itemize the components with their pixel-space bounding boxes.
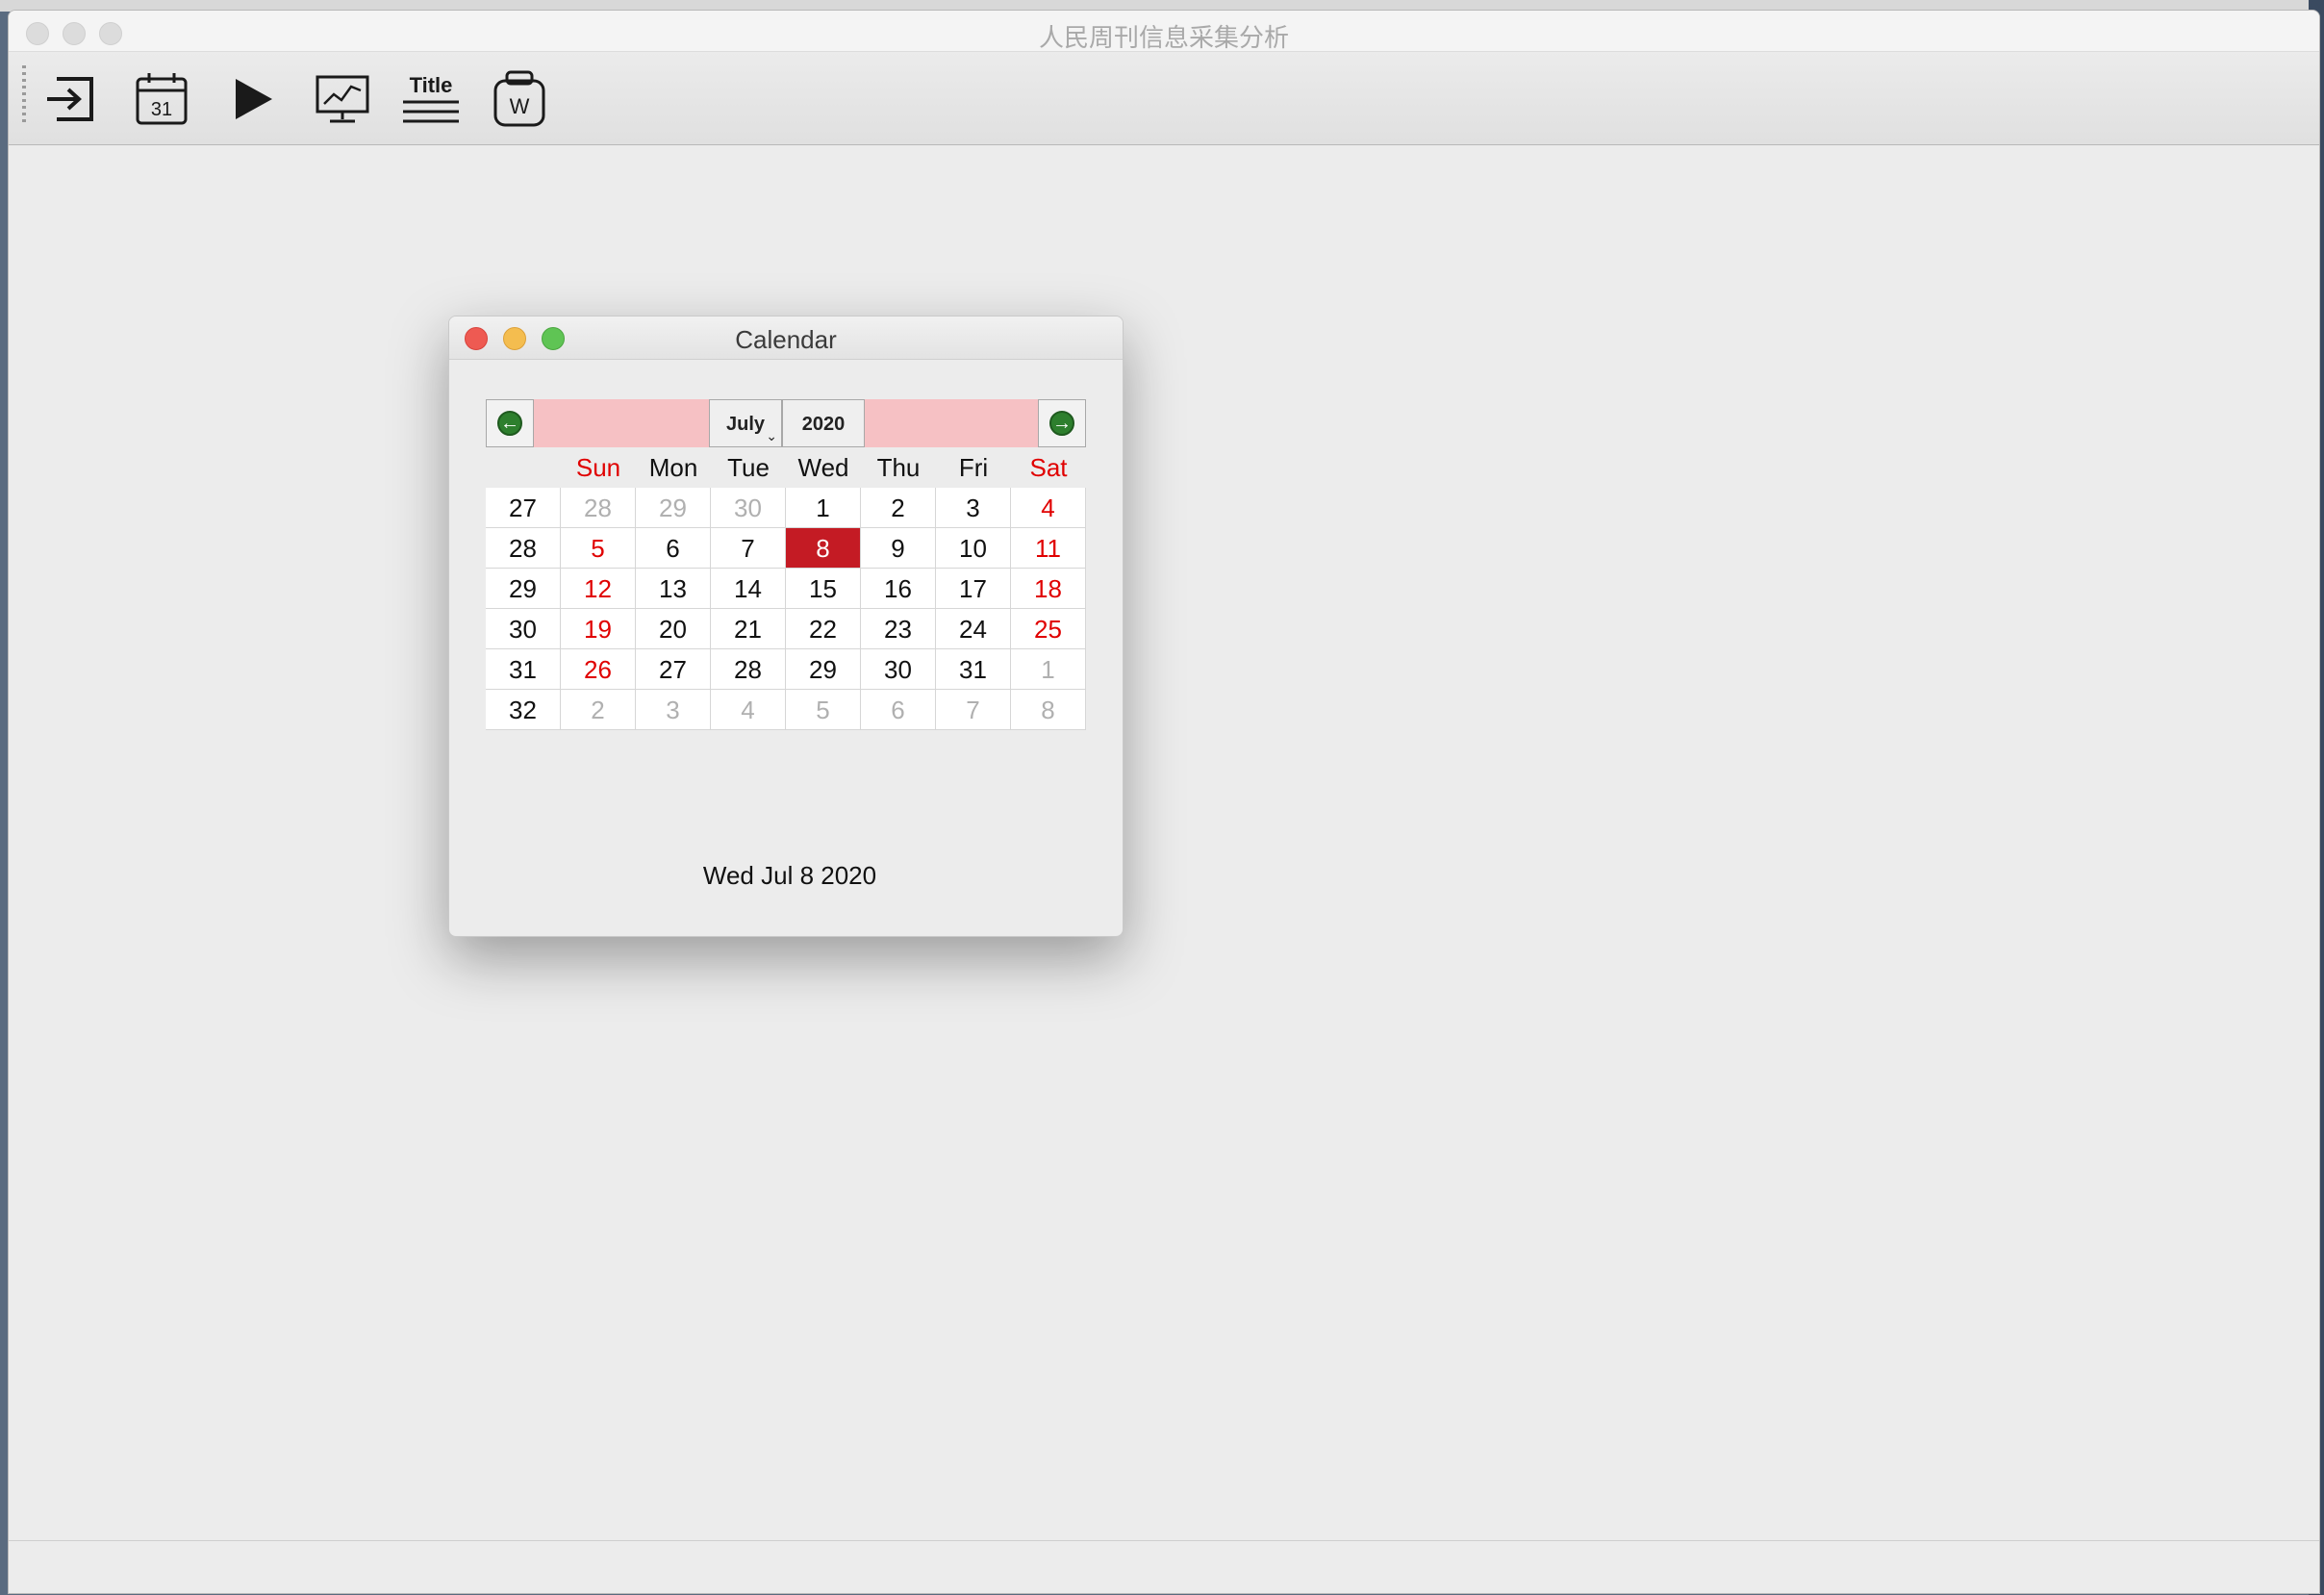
day-cell[interactable]: 16 — [861, 569, 936, 609]
import-button[interactable] — [43, 69, 103, 129]
chart-button[interactable] — [313, 69, 372, 129]
weekday-header: Thu — [861, 447, 936, 488]
word-export-icon-label: W — [510, 94, 530, 118]
day-cell[interactable]: 6 — [636, 528, 711, 569]
day-cell[interactable]: 13 — [636, 569, 711, 609]
month-value: July — [725, 414, 766, 435]
day-cell[interactable]: 27 — [636, 649, 711, 690]
calendar-titlebar: Calendar — [449, 316, 1123, 360]
day-cell[interactable]: 25 — [1011, 609, 1086, 649]
chart-monitor-icon — [316, 75, 369, 123]
day-cell[interactable]: 5 — [786, 690, 861, 730]
day-cell[interactable]: 7 — [936, 690, 1011, 730]
day-cell[interactable]: 23 — [861, 609, 936, 649]
day-cell[interactable]: 11 — [1011, 528, 1086, 569]
title-icon: Title — [403, 73, 459, 123]
year-field[interactable]: 2020 — [782, 399, 865, 447]
play-icon — [236, 79, 272, 119]
day-cell[interactable]: 4 — [711, 690, 786, 730]
next-month-button[interactable]: → — [1038, 399, 1086, 447]
arrow-right-circle-icon: → — [1049, 411, 1074, 436]
day-cell[interactable]: 4 — [1011, 488, 1086, 528]
day-cell[interactable]: 18 — [1011, 569, 1086, 609]
arrow-left-circle-icon: ← — [497, 411, 522, 436]
day-cell[interactable]: 10 — [936, 528, 1011, 569]
day-cell[interactable]: 28 — [561, 488, 636, 528]
day-cell[interactable]: 24 — [936, 609, 1011, 649]
calendar-icon: 31 — [136, 73, 188, 125]
day-cell[interactable]: 30 — [861, 649, 936, 690]
selected-date-label: Wed Jul 8 2020 — [702, 861, 877, 890]
import-icon — [47, 77, 93, 121]
day-cell[interactable]: 9 — [861, 528, 936, 569]
calendar-navigation-bar: ← July ⌄ 2020 → — [486, 399, 1086, 447]
title-icon-label: Title — [410, 73, 453, 97]
window-title: 人民周刊信息采集分析 — [1038, 23, 1289, 52]
day-cell[interactable]: 1 — [786, 488, 861, 528]
day-cell[interactable]: 5 — [561, 528, 636, 569]
day-cell[interactable]: 12 — [561, 569, 636, 609]
week-number: 28 — [486, 528, 561, 569]
run-button[interactable] — [222, 69, 282, 129]
week-number: 32 — [486, 690, 561, 730]
prev-month-button[interactable]: ← — [486, 399, 534, 447]
day-cell[interactable]: 21 — [711, 609, 786, 649]
week-number: 30 — [486, 609, 561, 649]
day-cell[interactable]: 22 — [786, 609, 861, 649]
calendar-title: Calendar — [735, 325, 837, 354]
day-cell[interactable]: 29 — [786, 649, 861, 690]
title-button[interactable]: Title — [401, 69, 461, 129]
weekday-header: Sat — [1011, 447, 1086, 488]
day-cell[interactable]: 14 — [711, 569, 786, 609]
day-cell[interactable]: 1 — [1011, 649, 1086, 690]
toolbar-grip[interactable] — [22, 65, 26, 123]
calendar-dialog: Calendar ← July ⌄ 2020 → Sun Mon Tue Wed Thu… — [448, 316, 1124, 937]
status-bar — [9, 1540, 2319, 1593]
day-cell[interactable]: 15 — [786, 569, 861, 609]
week-number: 31 — [486, 649, 561, 690]
calendar-icon-label: 31 — [151, 99, 172, 120]
chevron-down-icon: ⌄ — [766, 428, 777, 443]
day-cell[interactable]: 19 — [561, 609, 636, 649]
day-cell[interactable]: 28 — [711, 649, 786, 690]
day-cell[interactable]: 7 — [711, 528, 786, 569]
day-cell[interactable]: 2 — [861, 488, 936, 528]
weekday-header: Tue — [711, 447, 786, 488]
day-cell[interactable]: 17 — [936, 569, 1011, 609]
day-cell[interactable]: 20 — [636, 609, 711, 649]
month-select[interactable]: July ⌄ — [709, 399, 782, 447]
weekday-header: Sun — [561, 447, 636, 488]
day-cell[interactable]: 26 — [561, 649, 636, 690]
main-titlebar: 人民周刊信息采集分析 — [9, 11, 2319, 52]
day-cell[interactable]: 2 — [561, 690, 636, 730]
week-number: 29 — [486, 569, 561, 609]
year-value: 2020 — [801, 414, 846, 435]
day-cell[interactable]: 8 — [1011, 690, 1086, 730]
day-cell[interactable]: 3 — [936, 488, 1011, 528]
weekday-header: Mon — [636, 447, 711, 488]
day-cell[interactable]: 6 — [861, 690, 936, 730]
weekday-header: Wed — [786, 447, 861, 488]
calendar-button[interactable]: 31 — [132, 69, 191, 129]
week-number: 27 — [486, 488, 561, 528]
week-number-header — [486, 447, 561, 488]
day-cell[interactable]: 3 — [636, 690, 711, 730]
day-cell[interactable]: 30 — [711, 488, 786, 528]
word-export-button[interactable]: W — [490, 69, 549, 129]
word-export-icon: W — [493, 70, 545, 127]
day-cell[interactable]: 29 — [636, 488, 711, 528]
day-cell[interactable]: 31 — [936, 649, 1011, 690]
main-window: 人民周刊信息采集分析 31 Title W — [8, 10, 2320, 1594]
day-cell[interactable]: 8 — [786, 528, 861, 569]
main-toolbar: 31 Title W — [9, 52, 2319, 145]
weekday-header: Fri — [936, 447, 1011, 488]
